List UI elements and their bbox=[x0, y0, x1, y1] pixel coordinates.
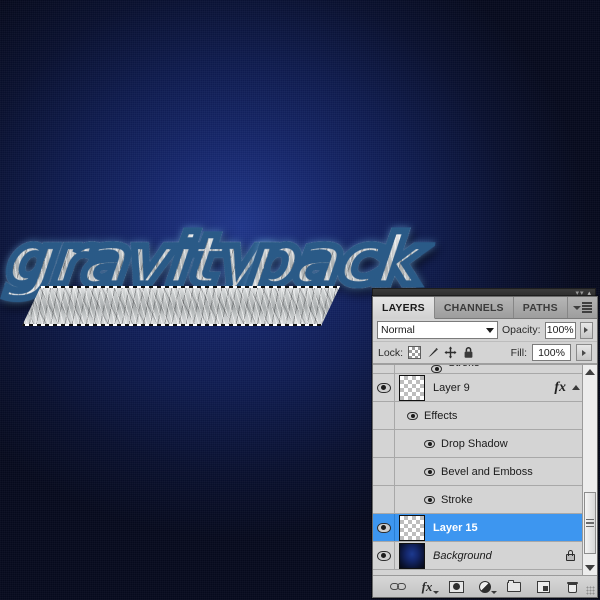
wordmark-text-gravity: gravity bbox=[0, 216, 270, 305]
list-item-label: Bevel and Emboss bbox=[441, 465, 533, 478]
new-adjustment-layer-icon[interactable] bbox=[477, 579, 497, 594]
panel-tab-bar: LAYERS CHANNELS PATHS bbox=[373, 297, 597, 319]
layers-panel[interactable]: LAYERS CHANNELS PATHS Normal Opacity: 10… bbox=[372, 296, 598, 598]
tab-paths[interactable]: PATHS bbox=[513, 297, 568, 318]
chevron-down-icon bbox=[573, 305, 581, 310]
lock-all-icon[interactable] bbox=[462, 346, 475, 359]
collapse-effects-icon[interactable] bbox=[570, 374, 582, 401]
list-item[interactable]: Stroke bbox=[373, 365, 582, 374]
visibility-eye-icon[interactable] bbox=[424, 467, 435, 476]
table-row[interactable]: Layer 9 fx bbox=[373, 374, 582, 402]
table-row[interactable]: Layer 15 bbox=[373, 514, 582, 542]
screenshot-root: gravity pack ▾▾ ▴ LAYERS CHANNELS PATHS bbox=[0, 0, 600, 600]
scrollbar-track[interactable] bbox=[583, 379, 597, 561]
add-layer-mask-icon[interactable] bbox=[448, 579, 464, 594]
scrollbar-thumb[interactable] bbox=[584, 491, 596, 554]
lock-position-icon[interactable] bbox=[444, 346, 457, 359]
chevron-right-icon bbox=[582, 349, 586, 356]
lock-label: Lock: bbox=[378, 346, 404, 359]
lock-transparent-pixels-icon[interactable] bbox=[408, 346, 422, 359]
blend-mode-row: Normal Opacity: 100% bbox=[373, 319, 597, 342]
panel-menu-icon[interactable] bbox=[568, 297, 597, 318]
list-item-label: Drop Shadow bbox=[441, 437, 508, 450]
scroll-up-arrow-icon[interactable] bbox=[583, 365, 597, 379]
layer-thumbnail[interactable] bbox=[399, 542, 425, 569]
layer-name: Layer 15 bbox=[433, 521, 478, 534]
layer-list-scrollbar[interactable] bbox=[582, 365, 597, 575]
fill-input[interactable]: 100% bbox=[532, 344, 571, 361]
table-row[interactable]: Background bbox=[373, 542, 582, 570]
link-layers-icon[interactable] bbox=[390, 579, 406, 594]
layer-rows: Stroke Layer 9 fx bbox=[373, 365, 582, 575]
opacity-value: 100% bbox=[546, 324, 574, 336]
visibility-eye-icon[interactable] bbox=[424, 495, 435, 504]
list-item[interactable]: Effects bbox=[373, 402, 582, 430]
tab-layers[interactable]: LAYERS bbox=[373, 297, 435, 319]
layer-list[interactable]: Stroke Layer 9 fx bbox=[373, 364, 597, 575]
fill-value: 100% bbox=[538, 346, 565, 359]
hamburger-icon bbox=[582, 302, 592, 313]
delete-layer-icon[interactable] bbox=[564, 579, 580, 594]
lock-row: Lock: Fill: 100% bbox=[373, 342, 597, 364]
opacity-slider-button[interactable] bbox=[579, 321, 593, 339]
visibility-eye-icon[interactable] bbox=[407, 411, 418, 420]
chevron-right-icon bbox=[584, 327, 589, 333]
selected-metal-band[interactable] bbox=[22, 286, 340, 326]
chevron-down-icon bbox=[486, 327, 494, 333]
list-item-label: Stroke bbox=[441, 493, 473, 506]
layer-fx-badge-icon[interactable]: fx bbox=[554, 380, 570, 396]
visibility-eye-icon[interactable] bbox=[424, 439, 435, 448]
layer-name: Layer 9 bbox=[433, 381, 470, 394]
blend-mode-select[interactable]: Normal bbox=[377, 321, 498, 339]
visibility-eye-icon[interactable] bbox=[376, 522, 391, 533]
opacity-input[interactable]: 100% bbox=[544, 321, 576, 339]
new-layer-icon[interactable] bbox=[535, 579, 551, 594]
scroll-down-arrow-icon[interactable] bbox=[583, 561, 597, 575]
tab-channels[interactable]: CHANNELS bbox=[434, 297, 514, 318]
list-item-label: Stroke bbox=[448, 365, 582, 369]
add-layer-style-icon[interactable]: fx bbox=[419, 579, 439, 594]
wordmark-text-pack: pack bbox=[241, 216, 429, 305]
marching-ants-selection bbox=[22, 286, 340, 326]
opacity-label: Opacity: bbox=[502, 324, 541, 336]
visibility-eye-icon[interactable] bbox=[376, 382, 391, 393]
list-item[interactable]: Stroke bbox=[373, 486, 582, 514]
lock-image-pixels-icon[interactable] bbox=[426, 346, 439, 359]
visibility-eye-icon[interactable] bbox=[431, 365, 442, 373]
fill-label: Fill: bbox=[510, 346, 527, 359]
visibility-eye-icon[interactable] bbox=[376, 550, 391, 561]
new-group-icon[interactable] bbox=[506, 579, 522, 594]
list-item-label: Effects bbox=[424, 409, 458, 422]
fill-slider-button[interactable] bbox=[576, 344, 592, 361]
blend-mode-value: Normal bbox=[381, 324, 415, 336]
layers-panel-toolbar: fx bbox=[373, 575, 597, 597]
layer-thumbnail[interactable] bbox=[399, 374, 425, 401]
scrollbar-grip bbox=[586, 518, 594, 528]
list-item[interactable]: Bevel and Emboss bbox=[373, 458, 582, 486]
layer-name: Background bbox=[433, 549, 492, 562]
lock-icon bbox=[565, 549, 576, 562]
panel-resize-grip[interactable] bbox=[586, 586, 595, 595]
list-item[interactable]: Drop Shadow bbox=[373, 430, 582, 458]
layer-thumbnail[interactable] bbox=[399, 514, 425, 541]
